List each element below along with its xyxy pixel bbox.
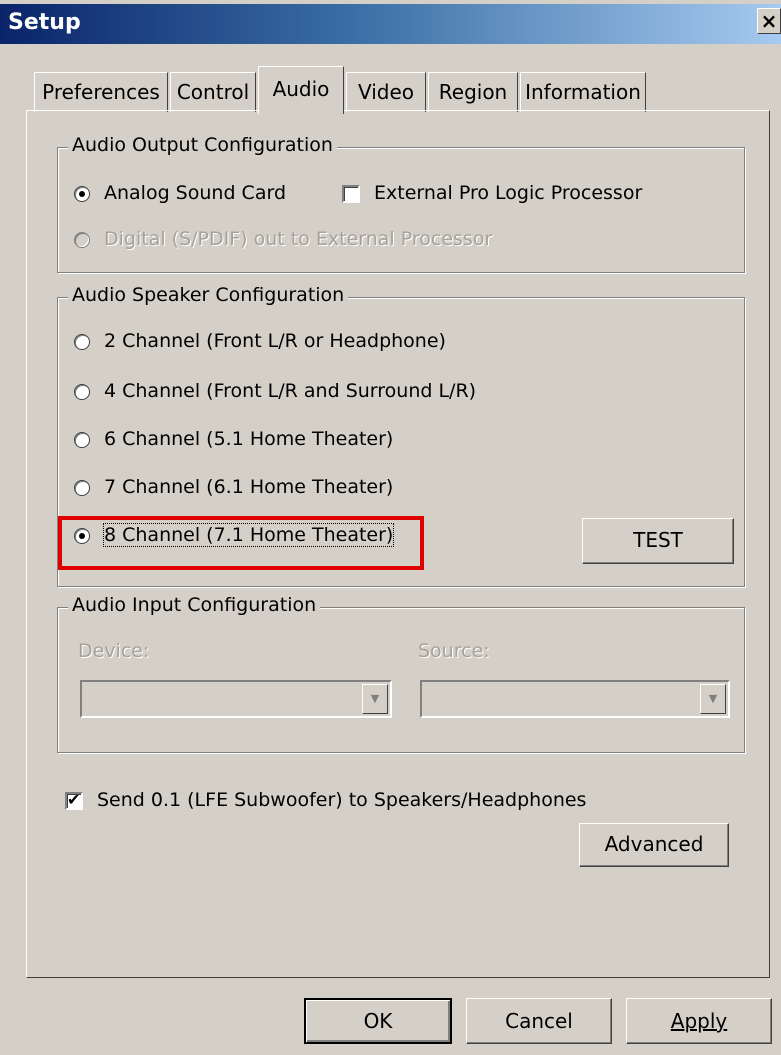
device-label: Device: [78, 640, 150, 662]
apply-button[interactable]: Apply [626, 998, 772, 1044]
pro-logic-label[interactable]: External Pro Logic Processor [374, 182, 642, 204]
lfe-label[interactable]: Send 0.1 (LFE Subwoofer) to Speakers/Hea… [97, 789, 586, 811]
audio-output-group: Audio Output Configuration Analog Sound … [57, 134, 745, 273]
chevron-down-icon[interactable]: ▼ [362, 684, 388, 714]
tab-video[interactable]: Video [346, 72, 426, 112]
analog-sound-card-label[interactable]: Analog Sound Card [104, 182, 286, 204]
cancel-button[interactable]: Cancel [466, 998, 612, 1044]
audio-input-group: Audio Input Configuration Device: Source… [57, 594, 745, 753]
speaker-4ch-radio[interactable] [74, 384, 90, 400]
test-button[interactable]: TEST [582, 518, 734, 564]
digital-spdif-radio[interactable] [74, 232, 90, 248]
audio-speaker-legend: Audio Speaker Configuration [68, 284, 349, 306]
audio-input-legend: Audio Input Configuration [68, 594, 321, 616]
speaker-2ch-label[interactable]: 2 Channel (Front L/R or Headphone) [104, 330, 446, 352]
speaker-2ch-radio[interactable] [74, 334, 90, 350]
lfe-checkbox[interactable] [65, 790, 83, 810]
audio-output-legend: Audio Output Configuration [68, 134, 337, 156]
close-button[interactable]: × [757, 8, 781, 34]
source-select[interactable]: ▼ [420, 680, 730, 718]
tab-audio[interactable]: Audio [258, 66, 344, 114]
tab-control[interactable]: Control [170, 72, 256, 112]
device-select[interactable]: ▼ [80, 680, 392, 718]
pro-logic-checkbox[interactable] [342, 185, 360, 203]
chevron-down-icon[interactable]: ▼ [700, 684, 726, 714]
title-bar[interactable]: Setup [0, 4, 781, 44]
source-label: Source: [418, 640, 490, 662]
window-title: Setup [8, 10, 81, 35]
tab-information[interactable]: Information [520, 72, 646, 112]
advanced-button[interactable]: Advanced [579, 823, 729, 867]
tab-preferences[interactable]: Preferences [34, 72, 168, 112]
speaker-4ch-label[interactable]: 4 Channel (Front L/R and Surround L/R) [104, 380, 476, 402]
tab-region[interactable]: Region [428, 72, 518, 112]
setup-dialog: Setup × Preferences Control Audio Video … [0, 0, 781, 1055]
speaker-7ch-radio[interactable] [74, 480, 90, 496]
speaker-7ch-label[interactable]: 7 Channel (6.1 Home Theater) [104, 476, 393, 498]
analog-sound-card-radio[interactable] [74, 186, 90, 202]
speaker-6ch-radio[interactable] [74, 432, 90, 448]
speaker-6ch-label[interactable]: 6 Channel (5.1 Home Theater) [104, 428, 393, 450]
selection-highlight-box [58, 516, 424, 570]
digital-spdif-label: Digital (S/PDIF) out to External Process… [104, 228, 493, 250]
ok-button[interactable]: OK [304, 998, 452, 1044]
